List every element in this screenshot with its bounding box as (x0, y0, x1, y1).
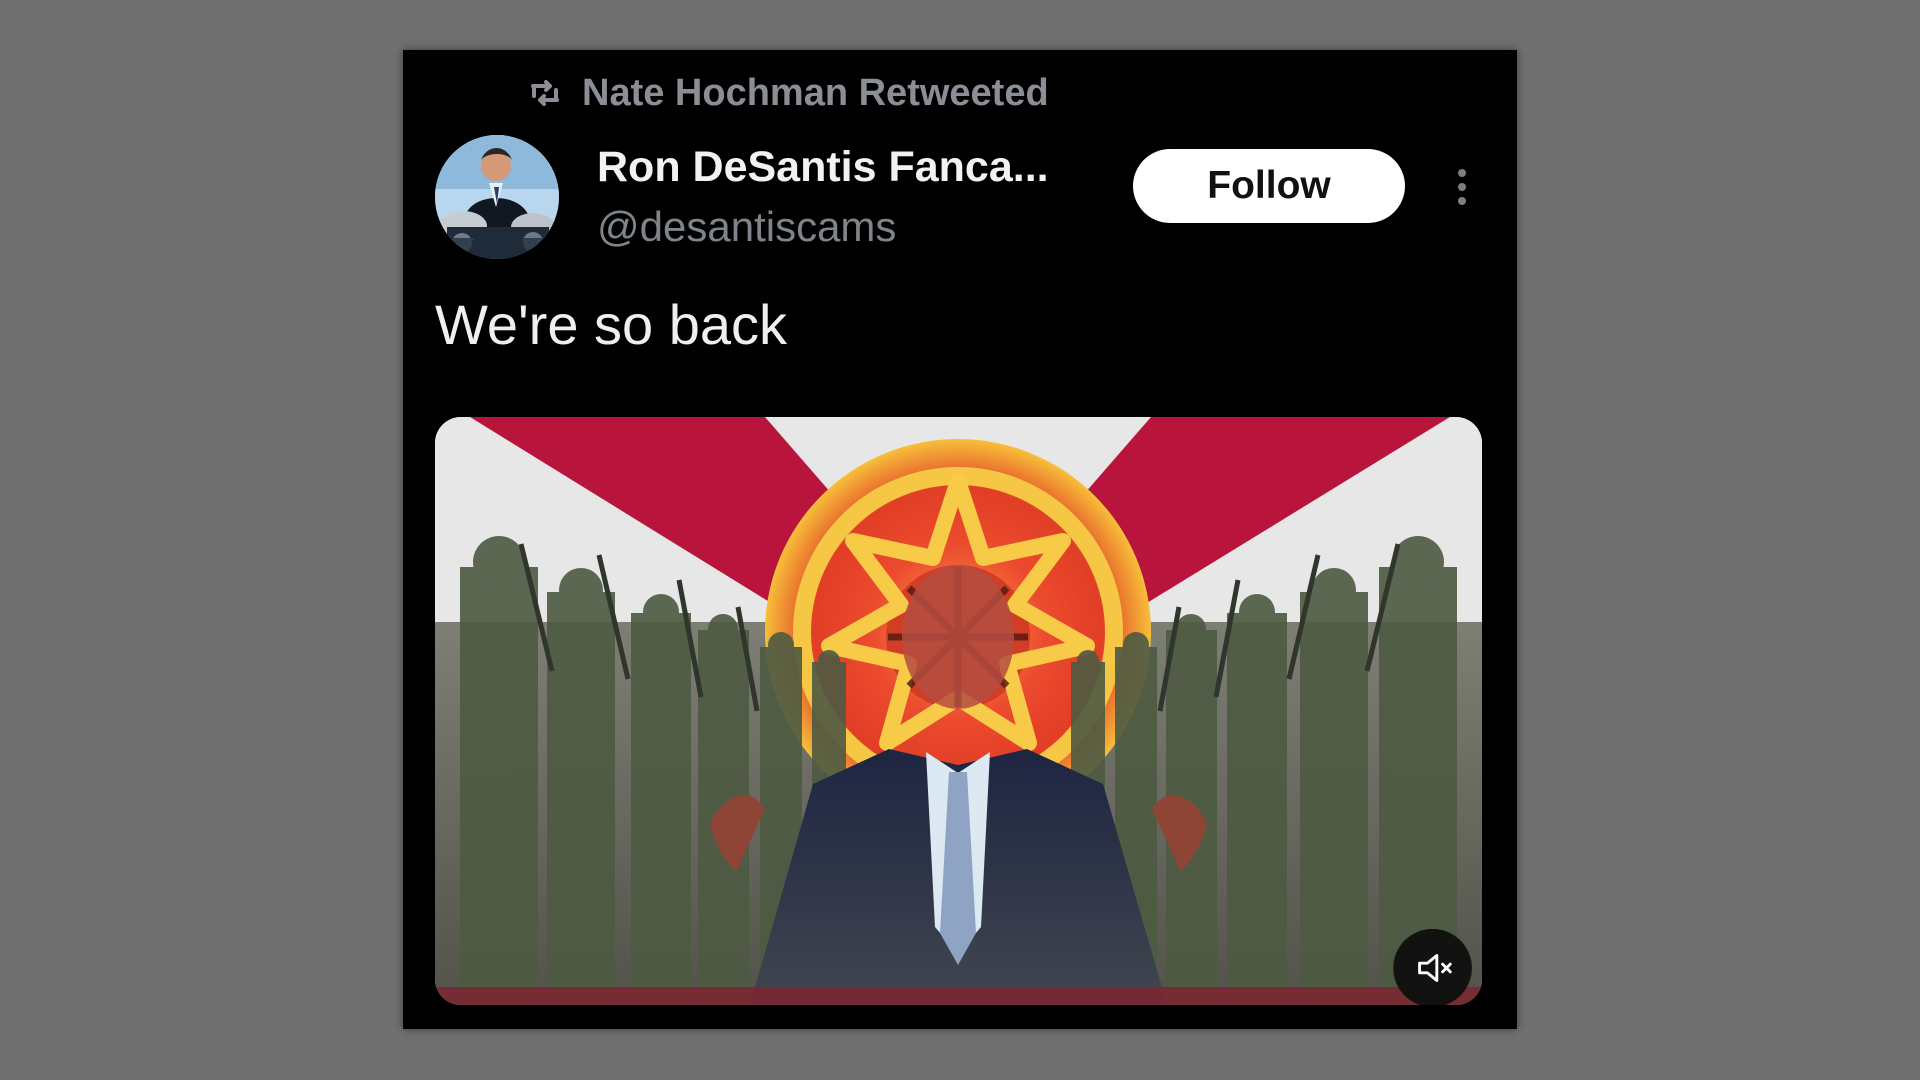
author-handle[interactable]: @desantiscams (597, 199, 1117, 255)
retweet-icon (526, 74, 564, 112)
tweet-card[interactable]: Nate Hochman Retweeted Ron DeSantis Fanc… (403, 50, 1517, 1029)
muted-speaker-icon (1418, 954, 1452, 982)
retweet-context: Nate Hochman Retweeted (526, 68, 1049, 118)
author-block[interactable]: Ron DeSantis Fanca... @desantiscams (597, 140, 1117, 255)
screenshot-stage: Nate Hochman Retweeted Ron DeSantis Fanc… (0, 0, 1920, 1080)
more-vertical-icon (1458, 169, 1466, 205)
avatar[interactable] (435, 135, 559, 259)
author-display-name[interactable]: Ron DeSantis Fanca... (597, 140, 1117, 194)
follow-button[interactable]: Follow (1133, 149, 1405, 223)
tweet-media[interactable] (435, 417, 1482, 1005)
video-thumbnail (435, 417, 1482, 1005)
retweet-label: Nate Hochman Retweeted (582, 71, 1049, 114)
tweet-text: We're so back (435, 293, 788, 356)
mute-toggle-button[interactable] (1394, 929, 1472, 1005)
more-button[interactable] (1444, 162, 1480, 212)
profile-photo (435, 135, 559, 259)
